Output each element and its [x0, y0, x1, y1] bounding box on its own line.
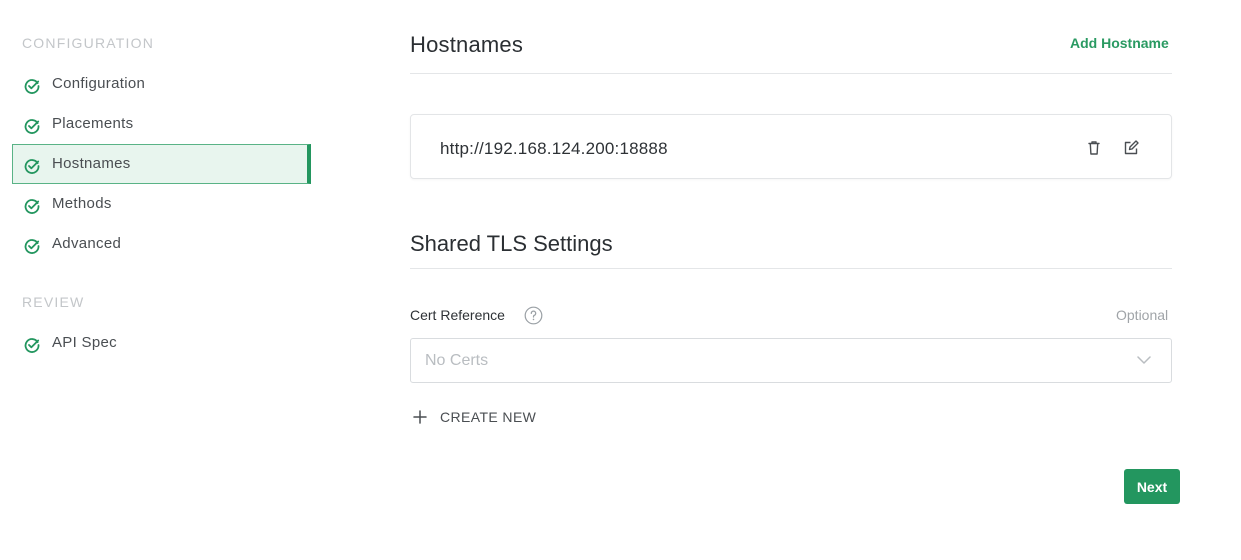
divider	[410, 73, 1172, 74]
create-new-button[interactable]: CREATE NEW	[412, 407, 536, 427]
sidebar-item-placements[interactable]: Placements	[12, 104, 311, 144]
sidebar-item-configuration[interactable]: Configuration	[12, 64, 311, 104]
page-title: Hostnames	[410, 32, 524, 57]
tls-section-title: Shared TLS Settings	[410, 231, 613, 256]
check-circle-icon	[24, 119, 40, 134]
plus-icon	[413, 410, 427, 424]
create-new-label: CREATE NEW	[440, 409, 537, 425]
sidebar-item-label: Methods	[52, 195, 112, 212]
sidebar-item-label: Configuration	[52, 75, 146, 92]
sidebar-item-label: API Spec	[52, 334, 117, 351]
sidebar-item-label: Advanced	[52, 235, 122, 252]
cert-reference-label: Cert Reference	[410, 307, 505, 323]
sidebar-item-methods[interactable]: Methods	[12, 184, 311, 224]
divider	[410, 268, 1172, 269]
hostname-card: http://192.168.124.200:18888	[410, 114, 1172, 179]
sidebar-item-label: Hostnames	[52, 155, 131, 172]
next-button[interactable]: Next	[1124, 469, 1180, 504]
edit-icon[interactable]	[1122, 139, 1140, 157]
chevron-down-icon	[1137, 356, 1151, 364]
sidebar-item-label: Placements	[52, 115, 134, 132]
trash-icon[interactable]	[1085, 139, 1103, 157]
sidebar-section-configuration-title: CONFIGURATION	[22, 35, 155, 51]
cert-reference-select[interactable]: No Certs	[410, 338, 1172, 383]
optional-label: Optional	[1116, 307, 1169, 323]
sidebar-item-api-spec[interactable]: API Spec	[12, 323, 311, 363]
select-placeholder: No Certs	[425, 352, 489, 369]
sidebar-item-hostnames[interactable]: Hostnames	[12, 144, 311, 184]
check-circle-icon	[24, 199, 40, 214]
hostname-url: http://192.168.124.200:18888	[440, 139, 668, 158]
check-circle-icon	[24, 159, 40, 174]
check-circle-icon	[24, 239, 40, 254]
check-circle-icon	[24, 338, 40, 353]
add-hostname-link[interactable]: Add Hostname	[1070, 35, 1169, 51]
sidebar-section-review-title: REVIEW	[22, 294, 85, 310]
sidebar-item-advanced[interactable]: Advanced	[12, 224, 311, 264]
help-icon[interactable]	[524, 306, 543, 325]
sidebar: CONFIGURATION Configuration Placements H…	[0, 0, 320, 560]
check-circle-icon	[24, 79, 40, 94]
